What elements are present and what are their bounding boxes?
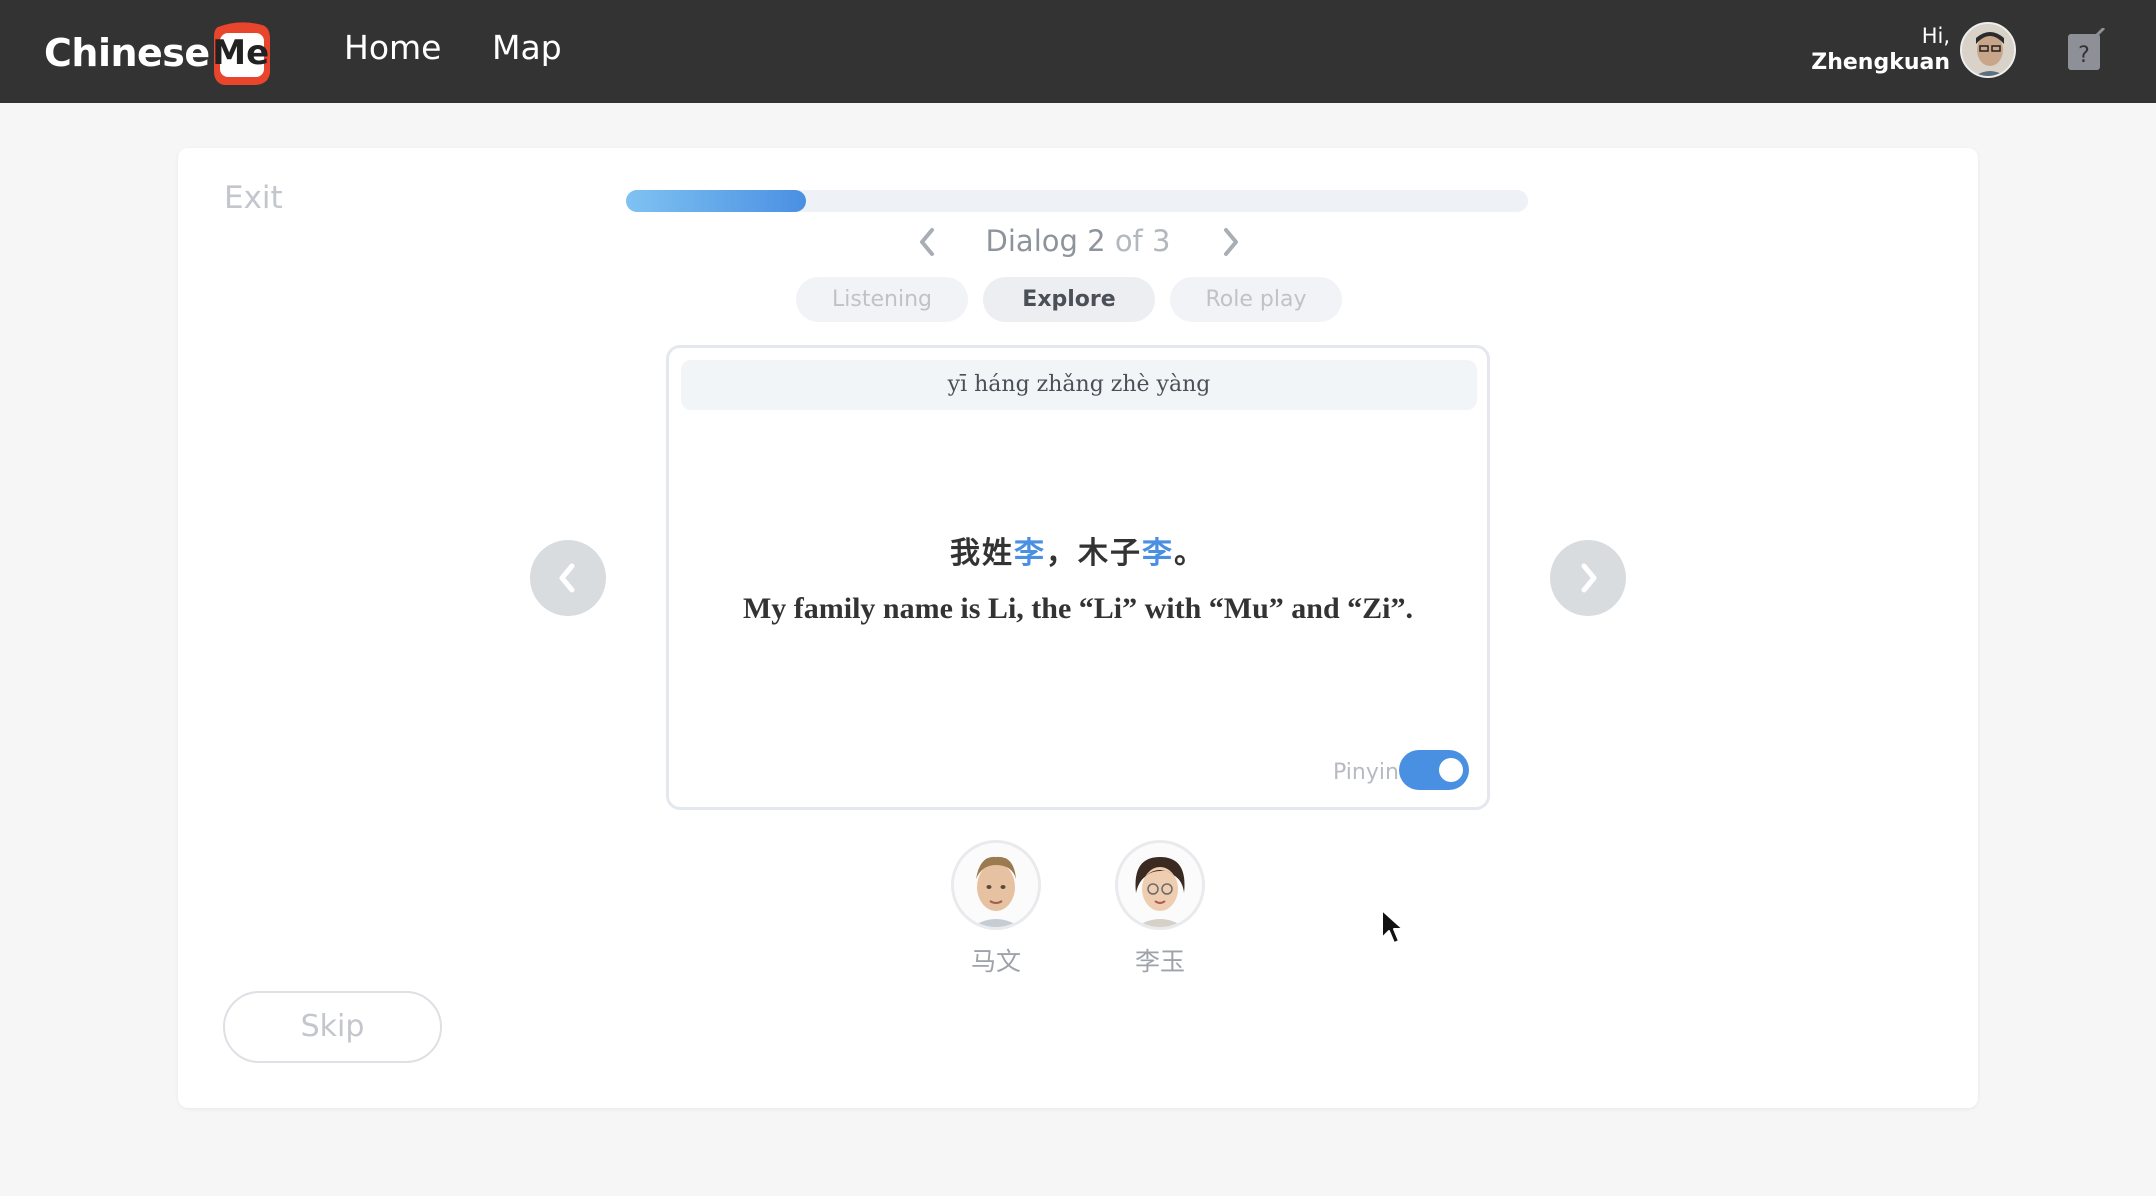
toggle-knob — [1439, 758, 1463, 782]
chinese-sentence[interactable]: 我姓李，木子李。 — [669, 528, 1487, 572]
tab-role-play[interactable]: Role play — [1170, 277, 1342, 322]
top-navigation-bar: Chinese Me Home Map Hi, Zhengkuan ? — [0, 0, 2156, 103]
user-avatar[interactable] — [1960, 22, 2016, 78]
hanzi-segment: ，木子 — [1046, 536, 1142, 571]
pinyin-line: yī háng zhǎng zhè yàng — [681, 360, 1477, 410]
tab-explore[interactable]: Explore — [983, 277, 1155, 322]
svg-text:?: ? — [2078, 43, 2090, 68]
hanzi-highlight-li[interactable]: 李 — [1142, 536, 1174, 571]
english-translation: My family name is Li, the “Li” with “Mu”… — [742, 592, 1414, 625]
help-notepad-icon[interactable]: ? — [2066, 26, 2106, 72]
chevron-right-icon — [1581, 563, 1597, 593]
next-dialog-chevron-icon[interactable] — [1210, 222, 1250, 262]
hanzi-segment: 我姓 — [950, 536, 1014, 571]
chineseme-logo[interactable]: Chinese Me — [44, 18, 272, 88]
next-line-button[interactable] — [1550, 540, 1626, 616]
skip-button[interactable]: Skip — [223, 991, 442, 1063]
pinyin-toggle-label: Pinyin — [1333, 760, 1399, 785]
dialog-indicator: Dialog 2 of 3 — [938, 224, 1218, 258]
speaker-name: 李玉 — [1134, 947, 1185, 976]
exit-button[interactable]: Exit — [224, 180, 283, 216]
nav-home-link[interactable]: Home — [344, 28, 441, 67]
logo-badge-text: Me — [212, 33, 270, 73]
speaker-ma-wen[interactable]: 马文 — [951, 840, 1041, 978]
nav-map-link[interactable]: Map — [492, 28, 562, 67]
speaker-avatar — [1115, 840, 1205, 930]
chevron-left-icon — [559, 563, 575, 593]
speaker-avatar — [951, 840, 1041, 930]
lesson-progress-bar — [626, 190, 1528, 212]
logo-badge: Me — [210, 19, 272, 87]
user-name: Zhengkuan — [1811, 50, 1950, 75]
speaker-li-yu[interactable]: 李玉 — [1115, 840, 1205, 978]
mouse-cursor-icon — [1380, 908, 1406, 951]
user-greeting: Hi, Zhengkuan — [1811, 24, 1950, 75]
tab-listening[interactable]: Listening — [796, 277, 968, 322]
dialog-total: of 3 — [1114, 224, 1171, 258]
speaker-name: 马文 — [970, 947, 1021, 976]
previous-line-button[interactable] — [530, 540, 606, 616]
progress-fill — [626, 190, 807, 212]
greeting-text: Hi, — [1921, 24, 1950, 48]
dialog-number: Dialog 2 — [985, 224, 1106, 258]
pinyin-toggle[interactable] — [1399, 750, 1469, 790]
logo-text: Chinese — [44, 31, 210, 75]
hanzi-highlight-li[interactable]: 李 — [1014, 536, 1046, 571]
hanzi-segment: 。 — [1174, 536, 1206, 571]
dialog-line-box: yī háng zhǎng zhè yàng 我姓李，木子李。 My famil… — [666, 345, 1490, 810]
